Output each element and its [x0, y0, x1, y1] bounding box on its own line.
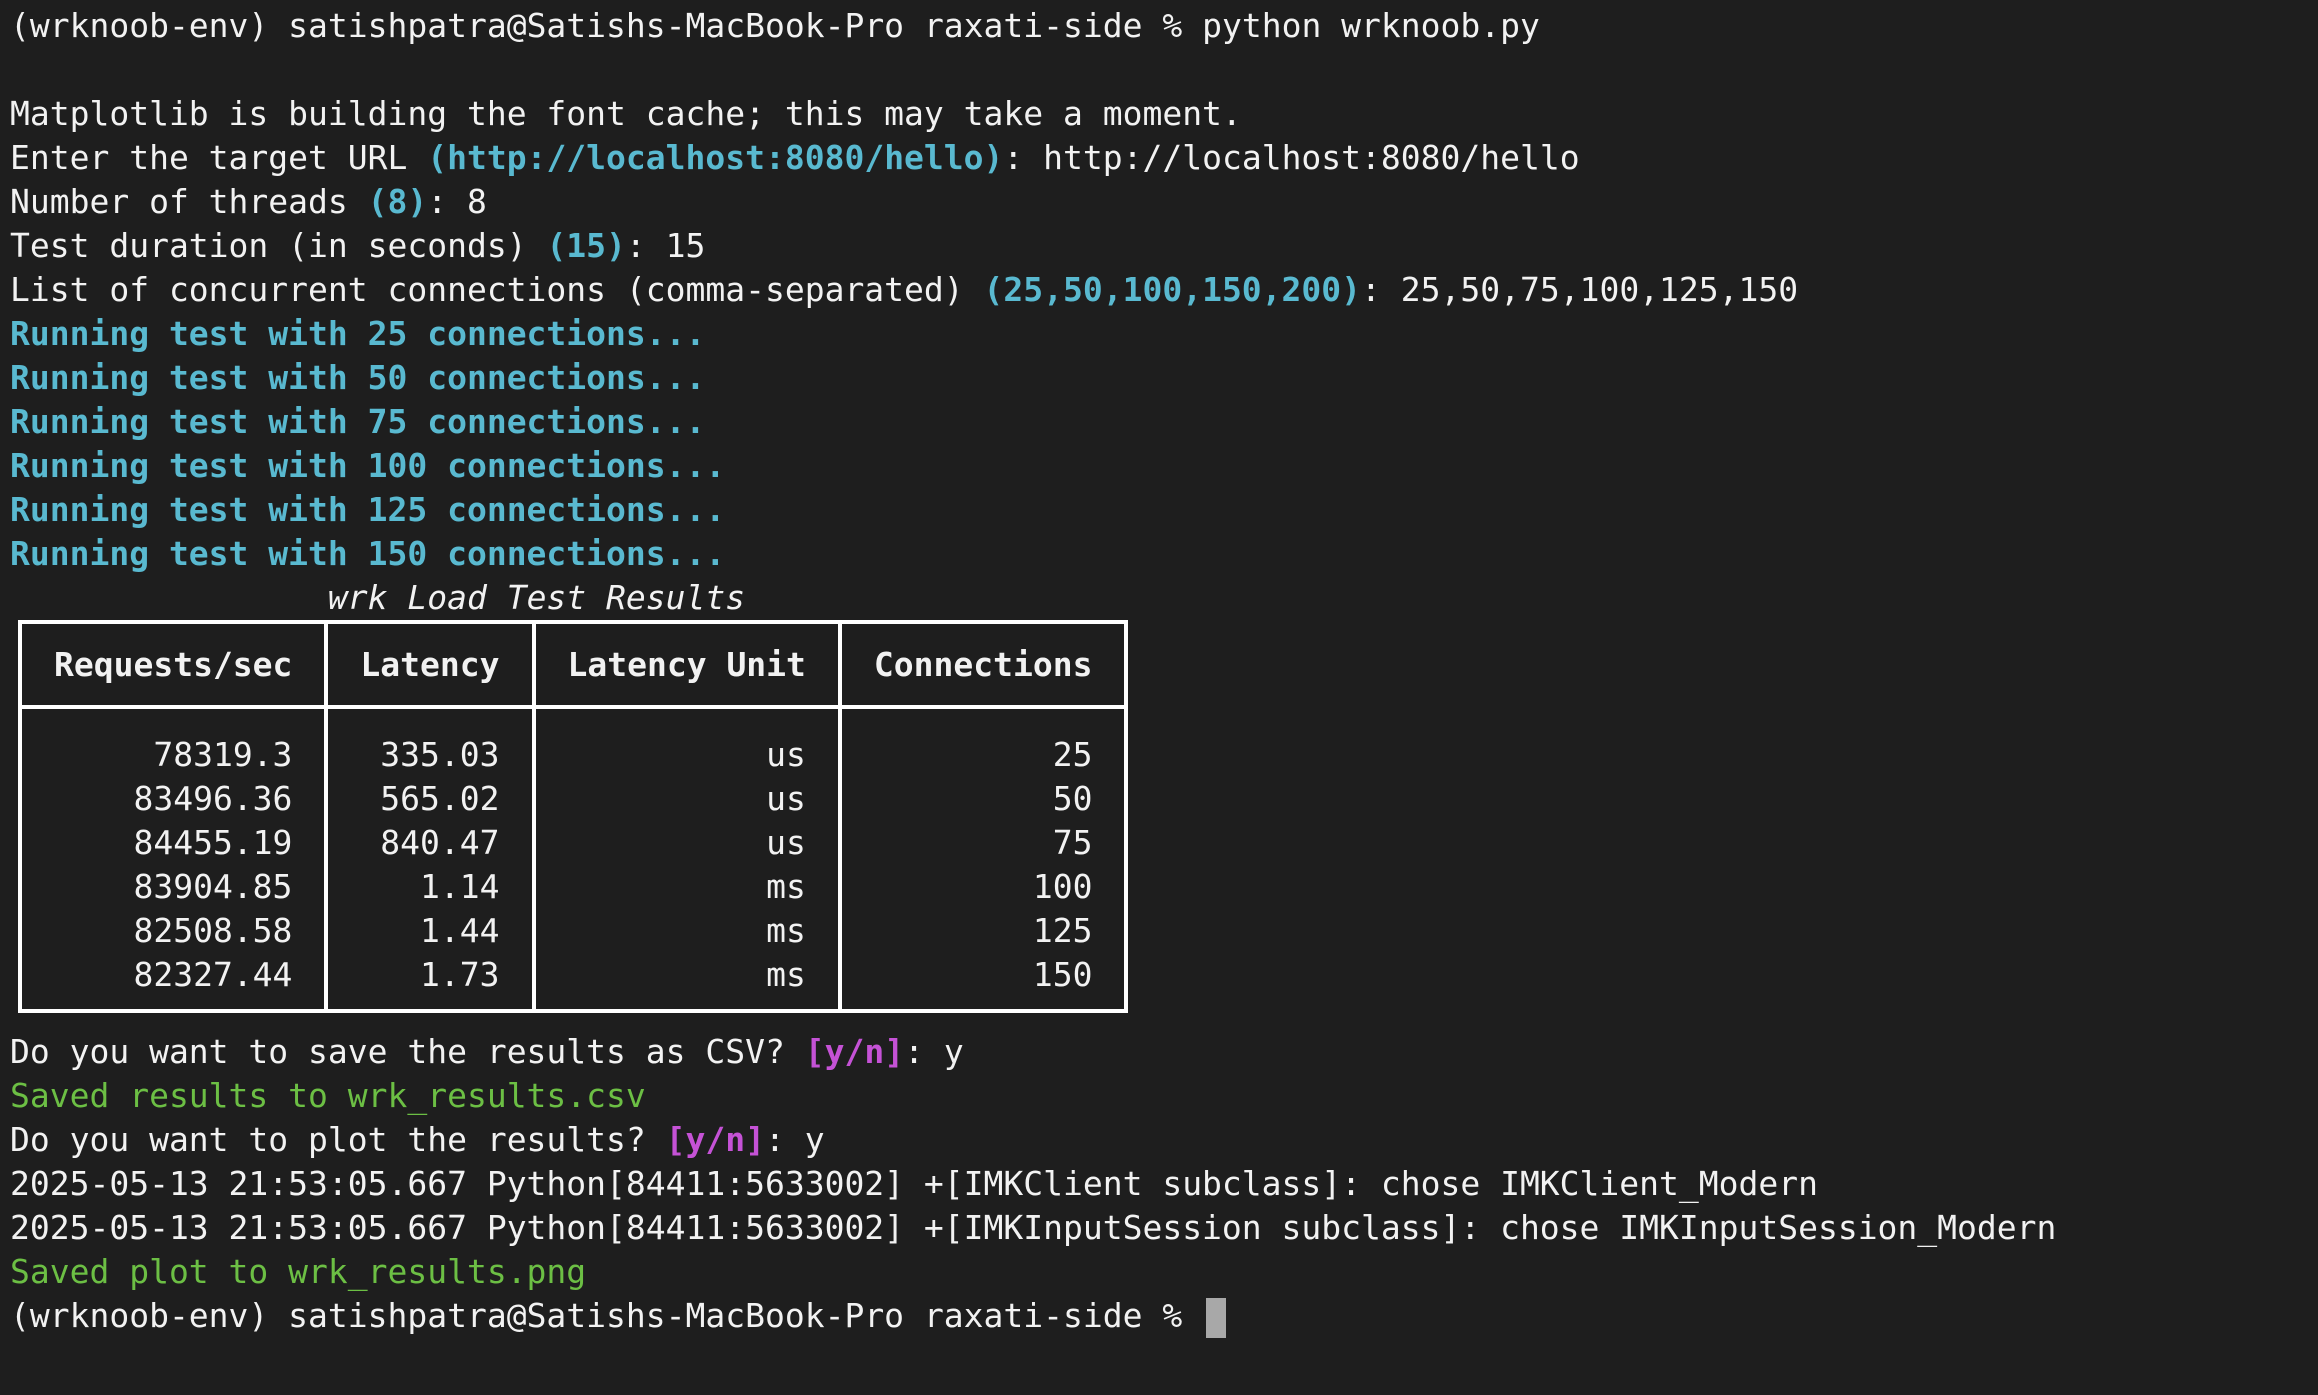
table-cell: 82508.58	[17, 909, 329, 953]
table-row: 83904.85 1.14 ms 100	[17, 865, 1129, 909]
table-row: 82508.58 1.44 ms 125	[17, 909, 1129, 953]
table-cell: 1.44	[324, 909, 536, 953]
user-host: satishpatra@Satishs-MacBook-Pro	[288, 1296, 905, 1335]
prompt-line-current[interactable]: (wrknoob-env) satishpatra@Satishs-MacBoo…	[10, 1294, 2310, 1338]
table-cell: ms	[531, 909, 842, 953]
plot-answer: y	[804, 1120, 825, 1159]
table-cell: 150	[837, 953, 1129, 1011]
connections-answer: 25,50,75,100,125,150	[1400, 270, 1799, 309]
user-host: satishpatra@Satishs-MacBook-Pro	[288, 6, 905, 45]
csv-saved-message: Saved results to wrk_results.csv	[10, 1076, 646, 1115]
running-line: Running test with 50 connections...	[10, 358, 706, 397]
column-header: Latency Unit	[531, 620, 842, 709]
env-name: (wrknoob-env)	[10, 1296, 269, 1335]
table-cell: ms	[531, 865, 842, 909]
url-default: (http://localhost:8080/hello)	[427, 138, 1004, 177]
table-cell: 1.14	[324, 865, 536, 909]
text-cursor[interactable]	[1206, 1297, 1227, 1338]
csv-question: Do you want to save the results as CSV? …	[10, 1032, 964, 1071]
table-cell: 335.03	[324, 707, 536, 777]
duration-answer: 15	[665, 226, 706, 265]
duration-default: (15)	[546, 226, 626, 265]
threads-answer: 8	[467, 182, 487, 221]
table-row: 78319.3 335.03 us 25	[17, 707, 1129, 777]
table-cell: 78319.3	[17, 707, 329, 777]
csv-answer: y	[943, 1032, 964, 1071]
url-answer: http://localhost:8080/hello	[1043, 138, 1580, 177]
csv-choice: [y/n]	[804, 1032, 905, 1071]
table-row: 83496.36 565.02 us 50	[17, 777, 1129, 821]
terminal-window[interactable]: (wrknoob-env) satishpatra@Satishs-MacBoo…	[10, 4, 2310, 1338]
table-cell: 50	[837, 777, 1129, 821]
current-dir: raxati-side	[923, 6, 1143, 45]
table-cell: us	[531, 777, 842, 821]
prompt-symbol: %	[1162, 1296, 1183, 1335]
prompt-line-command: (wrknoob-env) satishpatra@Satishs-MacBoo…	[10, 4, 2310, 48]
table-cell: 82327.44	[17, 953, 329, 1011]
table-cell: us	[531, 707, 842, 777]
table-cell: ms	[531, 953, 842, 1011]
threads-default: (8)	[367, 182, 428, 221]
table-row: 82327.44 1.73 ms 150	[17, 953, 1129, 1011]
plot-question: Do you want to plot the results? [y/n]: …	[10, 1120, 825, 1159]
url-question: Enter the target URL (http://localhost:8…	[10, 138, 1580, 177]
table-cell: 840.47	[324, 821, 536, 865]
results-table: Requests/sec Latency Latency Unit Connec…	[17, 620, 1129, 1013]
table-cell: 100	[837, 865, 1129, 909]
column-header: Connections	[837, 620, 1129, 709]
duration-question: Test duration (in seconds) (15): 15	[10, 226, 706, 265]
table-cell: 1.73	[324, 953, 536, 1011]
table-title-line: wrk Load Test Results	[10, 576, 2310, 620]
connections-default: (25,50,100,150,200)	[983, 270, 1362, 309]
plot-saved-message: Saved plot to wrk_results.png	[10, 1252, 587, 1291]
font-cache-message: Matplotlib is building the font cache; t…	[10, 94, 1242, 133]
plot-choice: [y/n]	[665, 1120, 765, 1159]
running-line: Running test with 25 connections...	[10, 314, 706, 353]
table-cell: 83496.36	[17, 777, 329, 821]
table-header-row: Requests/sec Latency Latency Unit Connec…	[17, 620, 1129, 709]
table-cell: 75	[837, 821, 1129, 865]
table-cell: 565.02	[324, 777, 536, 821]
running-line: Running test with 75 connections...	[10, 402, 706, 441]
command-text: python wrknoob.py	[1202, 6, 1540, 45]
threads-question: Number of threads (8): 8	[10, 182, 487, 221]
running-line: Running test with 100 connections...	[10, 446, 726, 485]
table-cell: 84455.19	[17, 821, 329, 865]
column-header: Latency	[324, 620, 536, 709]
column-header: Requests/sec	[17, 620, 329, 709]
connections-question: List of concurrent connections (comma-se…	[10, 270, 1799, 309]
table-cell: 83904.85	[17, 865, 329, 909]
results-table-wrap: Requests/sec Latency Latency Unit Connec…	[10, 620, 2310, 1030]
log-line: 2025-05-13 21:53:05.667 Python[84411:563…	[10, 1164, 1818, 1203]
log-line: 2025-05-13 21:53:05.667 Python[84411:563…	[10, 1208, 2057, 1247]
current-dir: raxati-side	[923, 1296, 1143, 1335]
env-name: (wrknoob-env)	[10, 6, 269, 45]
prompt-symbol: %	[1162, 6, 1183, 45]
table-title: wrk Load Test Results	[327, 578, 746, 617]
table-row: 84455.19 840.47 us 75	[17, 821, 1129, 865]
running-line: Running test with 125 connections...	[10, 490, 726, 529]
table-cell: 25	[837, 707, 1129, 777]
table-cell: us	[531, 821, 842, 865]
table-cell: 125	[837, 909, 1129, 953]
running-line: Running test with 150 connections...	[10, 534, 726, 573]
